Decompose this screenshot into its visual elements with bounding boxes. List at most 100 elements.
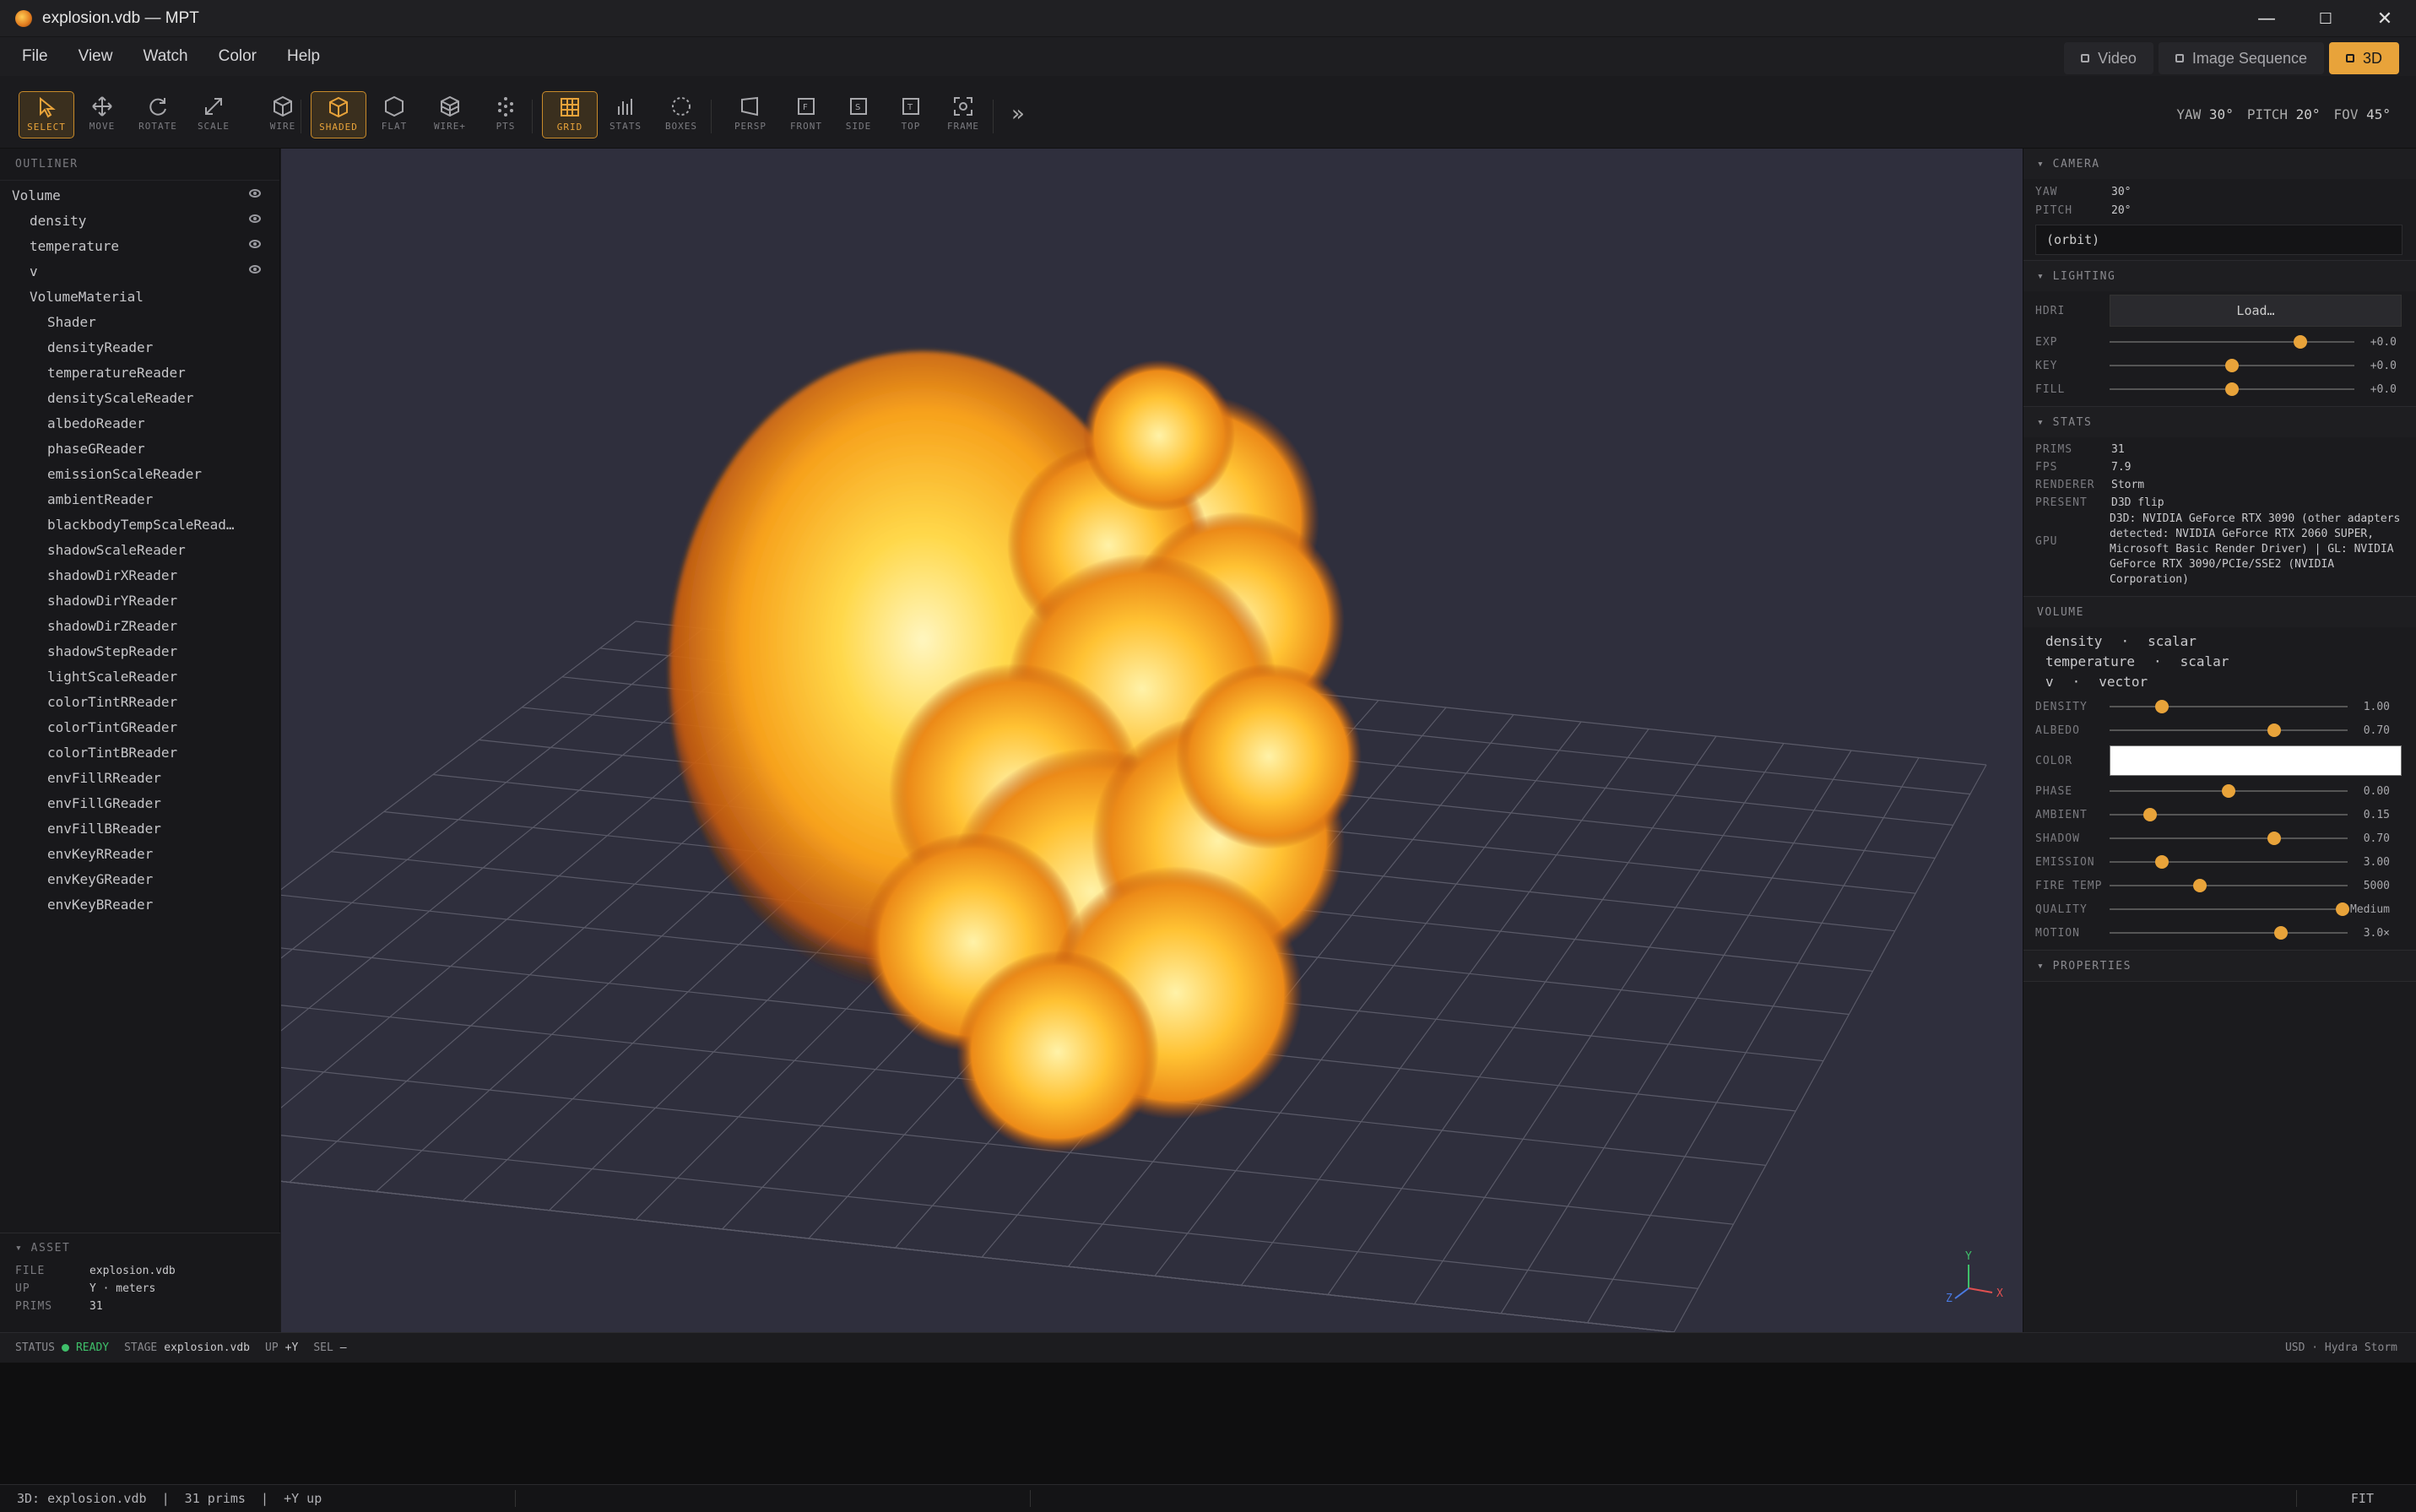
mode-tab-image-sequence[interactable]: Image Sequence — [2158, 42, 2324, 74]
tool-rotate[interactable]: ROTATE — [130, 91, 186, 138]
outliner-item[interactable]: envFillBReader — [0, 816, 279, 841]
camera-mode-field[interactable]: (orbit) — [2035, 225, 2402, 255]
outliner-item[interactable]: albedoReader — [0, 410, 279, 436]
tool-scale[interactable]: SCALE — [186, 91, 241, 138]
menu-view[interactable]: View — [63, 47, 128, 66]
slider-motion[interactable]: MOTION 3.0× — [2023, 921, 2416, 945]
visibility-eye-icon[interactable] — [249, 189, 261, 198]
slider-track[interactable] — [2110, 855, 2348, 869]
slider-track[interactable] — [2110, 879, 2348, 892]
slider-knob[interactable] — [2222, 784, 2235, 798]
console-area[interactable] — [0, 1363, 2416, 1484]
slider-exp[interactable]: EXP +0.0 — [2023, 330, 2416, 354]
mode-tab-video[interactable]: Video — [2064, 42, 2153, 74]
tool-shaded[interactable]: SHADED — [311, 91, 366, 138]
slider-quality[interactable]: QUALITY Medium — [2023, 897, 2416, 921]
visibility-eye-icon[interactable] — [249, 265, 261, 274]
outliner-item[interactable]: colorTintGReader — [0, 714, 279, 740]
tool-frame[interactable]: FRAME — [935, 91, 991, 138]
tool-flat[interactable]: FLAT — [366, 91, 422, 138]
maximize-button[interactable]: ☐ — [2296, 0, 2355, 37]
slider-track[interactable] — [2110, 359, 2354, 372]
menu-watch[interactable]: Watch — [127, 47, 203, 66]
3d-viewport[interactable]: Y X Z — [281, 149, 2023, 1332]
outliner-item[interactable]: VolumeMaterial — [0, 284, 279, 309]
slider-density[interactable]: DENSITY 1.00 — [2023, 695, 2416, 718]
viewport-canvas[interactable]: Y X Z — [281, 149, 2023, 1332]
slider-track[interactable] — [2110, 700, 2348, 713]
tool-pts[interactable]: PTS — [478, 91, 534, 138]
outliner-item[interactable]: colorTintRReader — [0, 689, 279, 714]
slider-phase[interactable]: PHASE 0.00 — [2023, 779, 2416, 803]
outliner-item[interactable]: shadowDirYReader — [0, 588, 279, 613]
outliner-item[interactable]: envKeyBReader — [0, 891, 279, 917]
outliner-item[interactable]: phaseGReader — [0, 436, 279, 461]
visibility-eye-icon[interactable] — [249, 240, 261, 248]
camera-section-title[interactable]: ▾ CAMERA — [2023, 149, 2416, 179]
slider-knob[interactable] — [2225, 382, 2239, 396]
slider-knob[interactable] — [2274, 926, 2289, 940]
menu-help[interactable]: Help — [272, 47, 335, 66]
menu-color[interactable]: Color — [203, 47, 272, 66]
visibility-eye-icon[interactable] — [249, 214, 261, 223]
mode-tab-3d[interactable]: 3D — [2328, 42, 2399, 74]
outliner-item[interactable]: shadowDirZReader — [0, 613, 279, 638]
outliner-item[interactable]: envKeyRReader — [0, 841, 279, 866]
slider-track[interactable] — [2110, 926, 2348, 940]
tool-grid[interactable]: GRID — [542, 91, 598, 138]
hdri-load-button[interactable]: Load… — [2110, 295, 2402, 327]
tool-front[interactable]: F FRONT — [778, 91, 834, 138]
stats-section-title[interactable]: ▾ STATS — [2023, 407, 2416, 437]
slider-track[interactable] — [2110, 335, 2354, 349]
slider-track[interactable] — [2110, 808, 2348, 821]
slider-key[interactable]: KEY +0.0 — [2023, 354, 2416, 377]
slider-ambient[interactable]: AMBIENT 0.15 — [2023, 803, 2416, 826]
tool-wire[interactable]: WIRE — [255, 91, 311, 138]
outliner-item[interactable]: temperatureReader — [0, 360, 279, 385]
slider-track[interactable] — [2110, 902, 2350, 916]
minimize-button[interactable]: — — [2237, 0, 2296, 37]
outliner-item[interactable]: shadowDirXReader — [0, 562, 279, 588]
slider-knob[interactable] — [2225, 359, 2239, 372]
outliner-item[interactable]: envFillRReader — [0, 765, 279, 790]
outliner-item[interactable]: envFillGReader — [0, 790, 279, 816]
outliner-item[interactable]: ambientReader — [0, 486, 279, 512]
outliner-item[interactable]: emissionScaleReader — [0, 461, 279, 486]
slider-knob[interactable] — [2193, 879, 2207, 892]
outliner-item[interactable]: Shader — [0, 309, 279, 334]
properties-section-title[interactable]: ▾ PROPERTIES — [2023, 951, 2416, 981]
tool-side[interactable]: S SIDE — [831, 91, 886, 138]
slider-shadow[interactable]: SHADOW 0.70 — [2023, 826, 2416, 850]
fit-button[interactable]: FIT — [2351, 1491, 2374, 1506]
slider-track[interactable] — [2110, 382, 2354, 396]
outliner-item[interactable]: densityScaleReader — [0, 385, 279, 410]
tool-move[interactable]: MOVE — [74, 91, 130, 138]
outliner-item[interactable]: lightScaleReader — [0, 664, 279, 689]
more-tools-button[interactable]: » — [1011, 101, 1025, 127]
slider-emission[interactable]: EMISSION 3.00 — [2023, 850, 2416, 874]
slider-knob[interactable] — [2142, 808, 2157, 821]
slider-fill[interactable]: FILL +0.0 — [2023, 377, 2416, 401]
slider-track[interactable] — [2110, 784, 2348, 798]
slider-fire-temp[interactable]: FIRE TEMP 5000 — [2023, 874, 2416, 897]
slider-knob[interactable] — [2267, 723, 2281, 737]
slider-track[interactable] — [2110, 832, 2348, 845]
slider-knob[interactable] — [2294, 335, 2308, 349]
tool-persp[interactable]: PERSP — [723, 91, 778, 138]
tool-select[interactable]: SELECT — [19, 91, 74, 138]
outliner-item[interactable]: shadowScaleReader — [0, 537, 279, 562]
tool-wire-plus[interactable]: WIRE+ — [422, 91, 478, 138]
tool-boxes[interactable]: BOXES — [653, 91, 709, 138]
color-swatch[interactable] — [2110, 745, 2402, 776]
slider-albedo[interactable]: ALBEDO 0.70 — [2023, 718, 2416, 742]
slider-knob[interactable] — [2155, 855, 2170, 869]
outliner-item[interactable]: envKeyGReader — [0, 866, 279, 891]
lighting-section-title[interactable]: ▾ LIGHTING — [2023, 261, 2416, 291]
slider-track[interactable] — [2110, 723, 2348, 737]
slider-knob[interactable] — [2155, 700, 2170, 713]
outliner-item[interactable]: blackbodyTempScaleRead… — [0, 512, 279, 537]
outliner-item[interactable]: colorTintBReader — [0, 740, 279, 765]
outliner-item[interactable]: densityReader — [0, 334, 279, 360]
slider-knob[interactable] — [2267, 832, 2281, 845]
outliner-item[interactable]: shadowStepReader — [0, 638, 279, 664]
